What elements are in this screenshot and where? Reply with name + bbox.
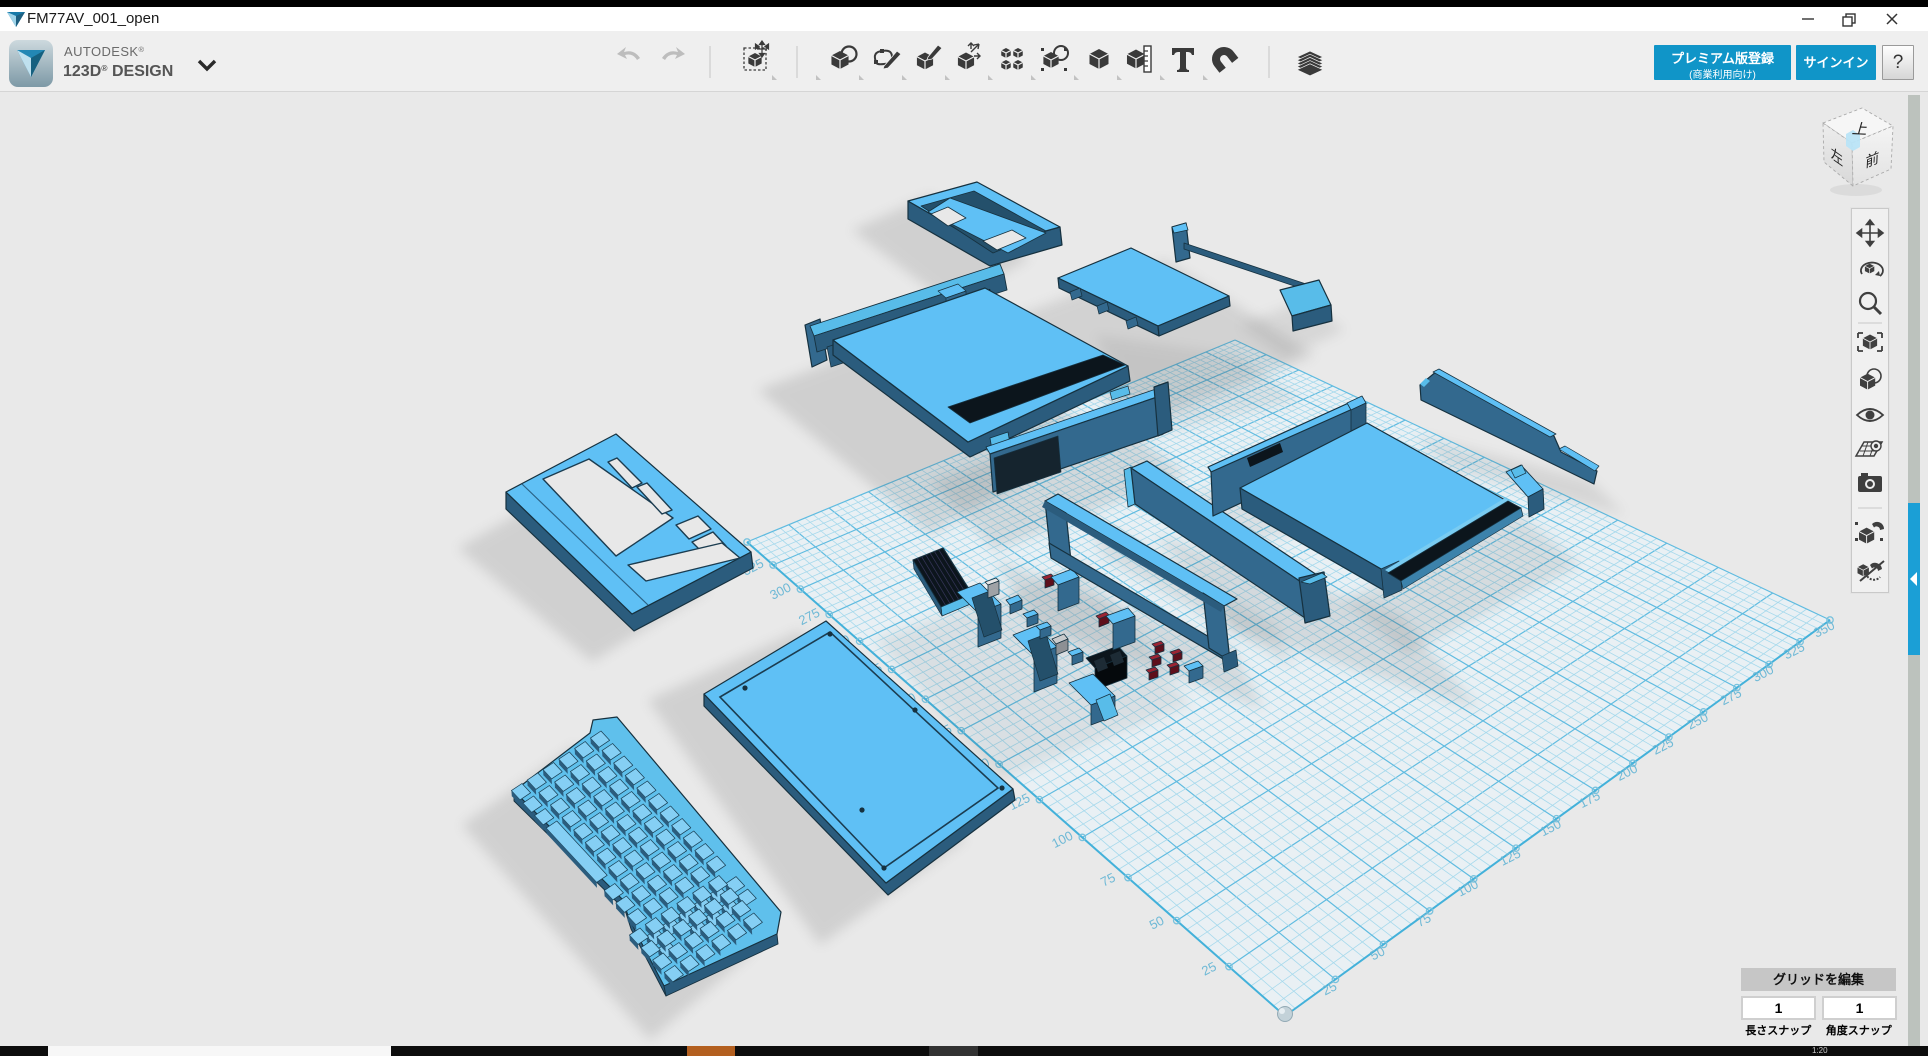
svg-text:300: 300 bbox=[767, 579, 793, 602]
svg-text:75: 75 bbox=[1098, 870, 1118, 890]
svg-text:100: 100 bbox=[1049, 828, 1075, 851]
svg-text:50: 50 bbox=[1147, 913, 1167, 933]
svg-text:123D® DESIGN: 123D® DESIGN bbox=[63, 63, 173, 80]
svg-text:AUTODESK®: AUTODESK® bbox=[64, 44, 144, 59]
svg-text:25: 25 bbox=[1199, 959, 1219, 979]
svg-text:275: 275 bbox=[796, 605, 822, 628]
